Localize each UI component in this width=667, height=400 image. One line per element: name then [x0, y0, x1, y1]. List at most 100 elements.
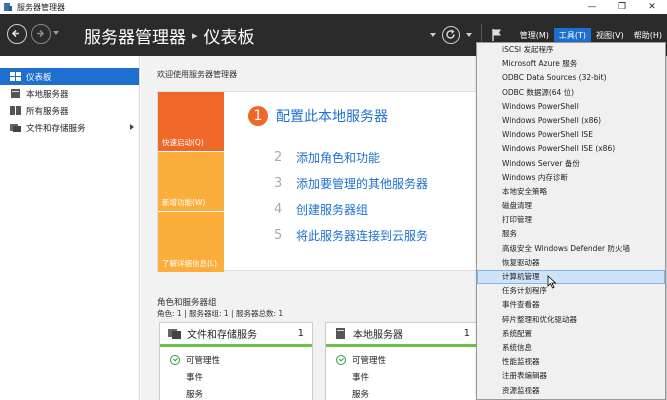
close-button[interactable]: ✕: [637, 0, 667, 14]
servers-icon: [10, 106, 21, 115]
refresh-button[interactable]: [441, 26, 460, 44]
roles-summary: 角色: 1 | 服务器组: 1 | 服务器总数: 1: [157, 309, 284, 318]
tools-menu-item[interactable]: 系统信息: [477, 341, 665, 355]
step-create-group[interactable]: 4 创建服务器组: [274, 201, 368, 218]
tools-menu-item[interactable]: 恢复驱动器: [477, 256, 665, 270]
step-number: 4: [274, 202, 283, 217]
tools-menu-item[interactable]: 本地安全策略: [477, 185, 665, 199]
tools-menu-item[interactable]: 任务计划程序: [477, 284, 665, 298]
tools-menu-item[interactable]: ODBC Data Sources (32-bit): [477, 71, 665, 85]
step-link[interactable]: 将此服务器连接到云服务: [296, 227, 428, 244]
tools-menu-item[interactable]: 事件查看器: [477, 298, 665, 312]
tools-menu-item[interactable]: Windows PowerShell ISE: [477, 128, 665, 142]
tile-learn-more[interactable]: 了解详细信息(L): [158, 212, 224, 272]
history-dropdown-icon[interactable]: [53, 31, 59, 35]
sidebar-item-all-servers[interactable]: 所有服务器: [0, 102, 139, 119]
tools-menu-item[interactable]: Windows PowerShell ISE (x86): [477, 142, 665, 156]
tools-menu-item[interactable]: 计算机管理: [477, 270, 665, 285]
card-header[interactable]: 本地服务器 1: [326, 323, 478, 347]
step-link[interactable]: 添加要管理的其他服务器: [296, 175, 428, 192]
step-number: 1: [248, 106, 268, 126]
role-card-local-server[interactable]: 本地服务器 1 可管理性 事件 服务: [325, 322, 479, 400]
card-row-label: 可管理性: [352, 355, 387, 366]
quick-start-panel: 快速启动(Q) 新增功能(W) 了解详细信息(L) 1 配置此本地服务器 2 添…: [157, 91, 477, 272]
minimize-button[interactable]: —: [577, 0, 607, 14]
step-configure-local-server[interactable]: 1 配置此本地服务器: [248, 106, 388, 126]
maximize-button[interactable]: ❐: [607, 0, 637, 14]
breadcrumb-root[interactable]: 服务器管理器: [84, 23, 186, 48]
arrow-left-icon: [11, 29, 19, 38]
card-row-services[interactable]: 服务: [326, 385, 478, 400]
server-icon: [11, 89, 20, 98]
tools-menu-item[interactable]: 磁盘清理: [477, 199, 665, 213]
menu-tools[interactable]: 工具(T): [553, 27, 592, 43]
card-header[interactable]: 文件和存储服务 1: [160, 323, 312, 347]
card-title: 本地服务器: [353, 330, 403, 341]
tools-menu-item[interactable]: 系统配置: [477, 327, 665, 341]
menu-view[interactable]: 视图(V): [591, 28, 629, 43]
tools-menu-item[interactable]: Windows Server 备份: [477, 157, 665, 171]
sidebar-item-file-storage[interactable]: 文件和存储服务: [0, 119, 139, 136]
tools-menu-dropdown: iSCSI 发起程序 Microsoft Azure 服务 ODBC Data So…: [476, 42, 666, 400]
header-menu: 管理(M) 工具(T) 视图(V) 帮助(H): [515, 27, 667, 43]
tile-quick-start[interactable]: 快速启动(Q): [158, 92, 224, 151]
breadcrumb-separator-icon: ▸: [192, 29, 198, 42]
card-row-events[interactable]: 事件: [326, 368, 478, 385]
tools-menu-item[interactable]: 打印管理: [477, 213, 665, 227]
tile-whats-new[interactable]: 新增功能(W): [158, 152, 224, 211]
tools-menu-item[interactable]: Windows PowerShell: [477, 100, 665, 114]
tools-menu-item[interactable]: 资源监视器: [477, 384, 665, 398]
step-link[interactable]: 配置此本地服务器: [276, 106, 388, 126]
server-icon: [336, 328, 345, 339]
card-row-label: 可管理性: [186, 355, 221, 366]
card-row-manageability[interactable]: 可管理性: [160, 351, 312, 368]
card-count: 1: [463, 328, 470, 339]
expand-arrow-icon[interactable]: [130, 124, 134, 130]
menu-help[interactable]: 帮助(H): [629, 28, 667, 43]
tools-menu-item[interactable]: Microsoft Azure 服务: [477, 57, 665, 71]
file-storage-icon: [168, 329, 181, 339]
sidebar-item-label: 本地服务器: [26, 89, 69, 100]
step-add-roles[interactable]: 2 添加角色和功能: [274, 149, 380, 166]
sidebar-item-local-server[interactable]: 本地服务器: [0, 85, 139, 102]
forward-button[interactable]: [31, 24, 51, 44]
refresh-icon: [446, 29, 455, 39]
tools-menu-item[interactable]: ODBC 数据源(64 位): [477, 86, 665, 100]
sidebar-item-dashboard[interactable]: 仪表板: [0, 68, 139, 85]
roles-section-title: 角色和服务器组: [157, 298, 217, 308]
step-link[interactable]: 添加角色和功能: [296, 149, 380, 166]
card-row-manageability[interactable]: 可管理性: [326, 351, 478, 368]
tools-menu-item[interactable]: Windows 内存诊断: [477, 171, 665, 185]
card-count: 1: [297, 328, 304, 339]
tools-menu-item[interactable]: 高级安全 Windows Defender 防火墙: [477, 242, 665, 256]
step-number: 2: [274, 150, 283, 165]
tools-menu-item[interactable]: Windows PowerShell (x86): [477, 114, 665, 128]
sidebar-item-label: 所有服务器: [26, 106, 69, 117]
step-connect-cloud[interactable]: 5 将此服务器连接到云服务: [274, 227, 428, 244]
file-storage-icon: [10, 124, 21, 132]
notification-flag-icon[interactable]: [491, 28, 503, 42]
role-card-file-storage[interactable]: 文件和存储服务 1 可管理性 事件 服务: [159, 322, 313, 400]
welcome-title: 欢迎使用服务器管理器: [157, 70, 237, 79]
tools-menu-item[interactable]: iSCSI 发起程序: [477, 43, 665, 57]
step-add-servers[interactable]: 3 添加要管理的其他服务器: [274, 175, 428, 192]
title-bar: 服务器管理器 — ❐ ✕: [0, 0, 667, 14]
tools-menu-item[interactable]: 性能监视器: [477, 355, 665, 369]
sidebar: 仪表板 本地服务器 所有服务器 文件和存储服务: [0, 56, 140, 400]
card-row-services[interactable]: 服务: [160, 385, 312, 400]
tools-menu-item[interactable]: 注册表编辑器: [477, 369, 665, 383]
step-link[interactable]: 创建服务器组: [296, 201, 368, 218]
tools-menu-item[interactable]: 服务: [477, 227, 665, 241]
server-manager-app-icon: [4, 3, 12, 11]
card-row-events[interactable]: 事件: [160, 368, 312, 385]
refresh-dropdown-icon[interactable]: [465, 33, 472, 37]
sidebar-item-label: 仪表板: [26, 72, 52, 83]
window-title: 服务器管理器: [17, 2, 65, 12]
back-button[interactable]: [7, 24, 27, 44]
card-title: 文件和存储服务: [187, 330, 257, 341]
breadcrumb-dropdown-icon[interactable]: [429, 33, 436, 37]
tools-menu-item[interactable]: 碎片整理和优化驱动器: [477, 313, 665, 327]
menu-manage[interactable]: 管理(M): [515, 28, 554, 43]
dashboard-icon: [10, 72, 21, 81]
breadcrumb: 服务器管理器 ▸ 仪表板: [84, 23, 255, 48]
